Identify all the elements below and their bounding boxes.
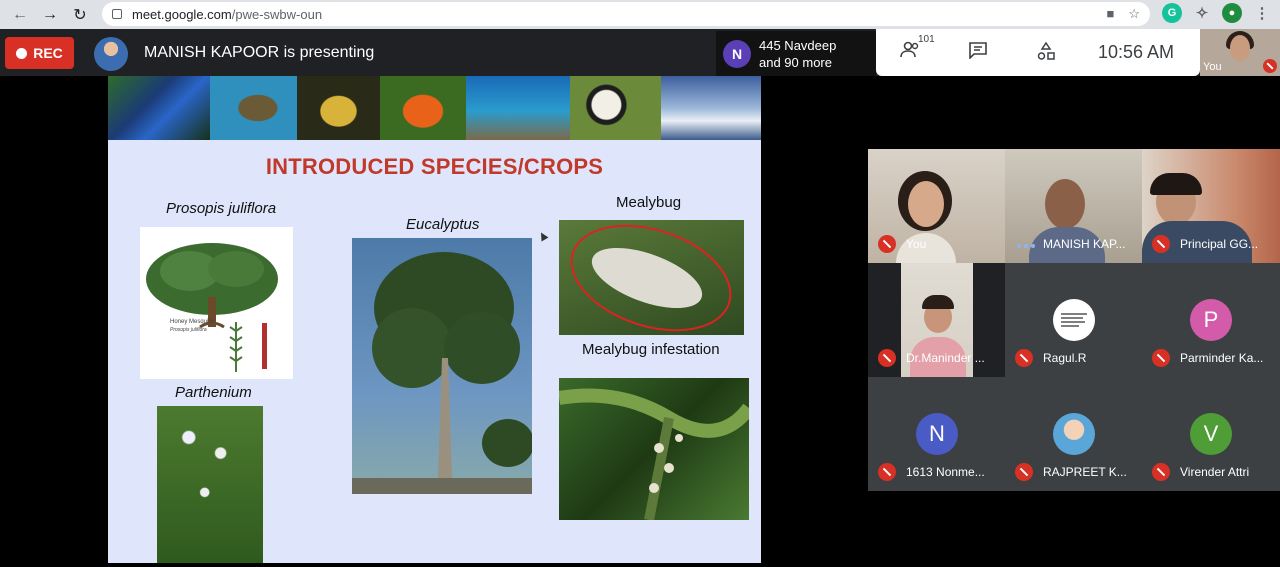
reef-fish-image bbox=[466, 76, 570, 140]
address-bar[interactable]: meet.google.com/pwe-swbw-oun ■ ☆ bbox=[102, 2, 1150, 26]
parthenium-image bbox=[157, 406, 263, 563]
mic-off-icon bbox=[878, 463, 896, 481]
participant-avatar: N bbox=[916, 413, 958, 455]
participant-grid: You MANISH KAP... Principal GG... Dr.Man… bbox=[868, 149, 1280, 491]
participant-tile[interactable]: Ragul.R bbox=[1005, 263, 1142, 377]
camera-icon[interactable]: ■ bbox=[1106, 6, 1114, 22]
slide-banner bbox=[108, 76, 761, 140]
participant-avatar: P bbox=[1190, 299, 1232, 341]
back-icon[interactable]: ← bbox=[5, 0, 35, 29]
participant-tile[interactable]: N 1613 Nonme... bbox=[868, 377, 1005, 491]
participant-name: RAJPREET K... bbox=[1043, 465, 1127, 479]
browser-toolbar: ← → ↻ meet.google.com/pwe-swbw-oun ■ ☆ G… bbox=[0, 0, 1280, 29]
participant-tile[interactable]: P Parminder Ka... bbox=[1142, 263, 1280, 377]
mic-off-icon bbox=[1152, 349, 1170, 367]
self-view-tile[interactable]: You bbox=[1200, 29, 1280, 76]
meeting-controls: 101 10:56 AM bbox=[876, 29, 1200, 76]
bookmark-star-icon[interactable]: ☆ bbox=[1128, 6, 1140, 22]
eucalyptus-image bbox=[352, 238, 532, 494]
extensions-icon[interactable]: ✧ bbox=[1192, 3, 1212, 23]
participant-name: Virender Attri bbox=[1180, 465, 1250, 479]
chip-line1: 445 Navdeep bbox=[759, 37, 837, 53]
participant-tile[interactable]: MANISH KAP... bbox=[1005, 149, 1142, 263]
mealybug-image bbox=[559, 220, 744, 335]
activities-icon[interactable] bbox=[1036, 41, 1056, 66]
panda-image bbox=[570, 76, 661, 140]
presenter-text: MANISH KAPOOR is presenting bbox=[144, 44, 375, 61]
participant-count: 101 bbox=[918, 34, 935, 45]
self-label: You bbox=[1203, 61, 1222, 73]
mic-off-icon bbox=[878, 349, 896, 367]
lock-icon bbox=[112, 9, 122, 19]
chip-line2: and 90 more bbox=[759, 54, 832, 70]
participant-tile[interactable]: Dr.Maninder ... bbox=[868, 263, 1005, 377]
menu-icon[interactable]: ⋮ bbox=[1252, 3, 1272, 23]
participant-name: Ragul.R bbox=[1043, 351, 1087, 365]
participant-tile[interactable]: Principal GG... bbox=[1142, 149, 1280, 263]
rec-label: REC bbox=[33, 45, 63, 61]
clock: 10:56 AM bbox=[1098, 42, 1175, 62]
chat-icon[interactable] bbox=[968, 41, 988, 64]
participant-avatar bbox=[1053, 413, 1095, 455]
honey-mesquite-label: Honey Mesquite bbox=[170, 319, 214, 325]
profile-icon[interactable]: ● bbox=[1222, 3, 1242, 23]
self-face bbox=[1230, 35, 1250, 61]
participant-name: Principal GG... bbox=[1180, 237, 1259, 251]
record-dot-icon bbox=[16, 47, 28, 59]
participant-name: You bbox=[906, 237, 927, 251]
participant-name: 1613 Nonme... bbox=[906, 465, 985, 479]
mic-off-icon bbox=[1152, 463, 1170, 481]
frog-image bbox=[380, 76, 466, 140]
caption-eucalyptus: Eucalyptus bbox=[406, 216, 480, 233]
mic-off-icon bbox=[878, 235, 896, 253]
participant-avatar bbox=[1053, 299, 1095, 341]
mic-off-icon bbox=[1015, 463, 1033, 481]
participant-name: MANISH KAP... bbox=[1043, 237, 1126, 251]
honey-mesquite-sub: Prosopis juliflora bbox=[170, 327, 207, 333]
bird-image bbox=[297, 76, 380, 140]
chip-avatar: N bbox=[723, 39, 751, 68]
grammarly-icon[interactable]: G bbox=[1162, 3, 1182, 23]
participant-name: Parminder Ka... bbox=[1180, 351, 1264, 365]
meet-header: REC MANISH KAPOOR is presenting N 445 Na… bbox=[0, 29, 1280, 76]
presenter-avatar bbox=[94, 37, 128, 71]
caption-parthenium: Parthenium bbox=[175, 384, 252, 401]
reload-icon[interactable]: ↻ bbox=[65, 0, 95, 29]
caption-mealybug: Mealybug bbox=[616, 194, 682, 211]
presentation-stage: INTRODUCED SPECIES/CROPS Prosopis julifl… bbox=[0, 76, 868, 567]
caption-prosopis: Prosopis juliflora bbox=[166, 200, 277, 217]
recording-badge[interactable]: REC bbox=[5, 37, 74, 69]
turtle-image bbox=[210, 76, 297, 140]
polar-bear-image bbox=[661, 76, 761, 140]
participant-tile[interactable]: You bbox=[868, 149, 1005, 263]
url-domain: meet.google.com bbox=[132, 6, 232, 22]
participant-chip[interactable]: N 445 Navdeep and 90 more bbox=[716, 31, 876, 76]
participant-name: Dr.Maninder ... bbox=[906, 351, 985, 365]
participant-avatar: V bbox=[1190, 413, 1232, 455]
slide-title: INTRODUCED SPECIES/CROPS bbox=[265, 154, 604, 179]
url-path: /pwe-swbw-oun bbox=[231, 6, 323, 22]
participant-tile[interactable]: RAJPREET K... bbox=[1005, 377, 1142, 491]
mic-off-icon bbox=[1015, 349, 1033, 367]
caption-infestation: Mealybug infestation bbox=[582, 341, 720, 358]
screen: ← → ↻ meet.google.com/pwe-swbw-oun ■ ☆ G… bbox=[0, 0, 1280, 567]
participant-tile[interactable]: V Virender Attri bbox=[1142, 377, 1280, 491]
forward-icon[interactable]: → bbox=[35, 0, 65, 29]
slide: INTRODUCED SPECIES/CROPS Prosopis julifl… bbox=[108, 76, 761, 563]
butterfly-image bbox=[108, 76, 210, 140]
mic-off-icon bbox=[1152, 235, 1170, 253]
infestation-image bbox=[559, 378, 749, 520]
prosopis-image: Honey Mesquite Prosopis juliflora bbox=[140, 227, 293, 379]
mic-off-icon bbox=[1263, 59, 1277, 73]
speaking-indicator-icon bbox=[1017, 244, 1035, 248]
